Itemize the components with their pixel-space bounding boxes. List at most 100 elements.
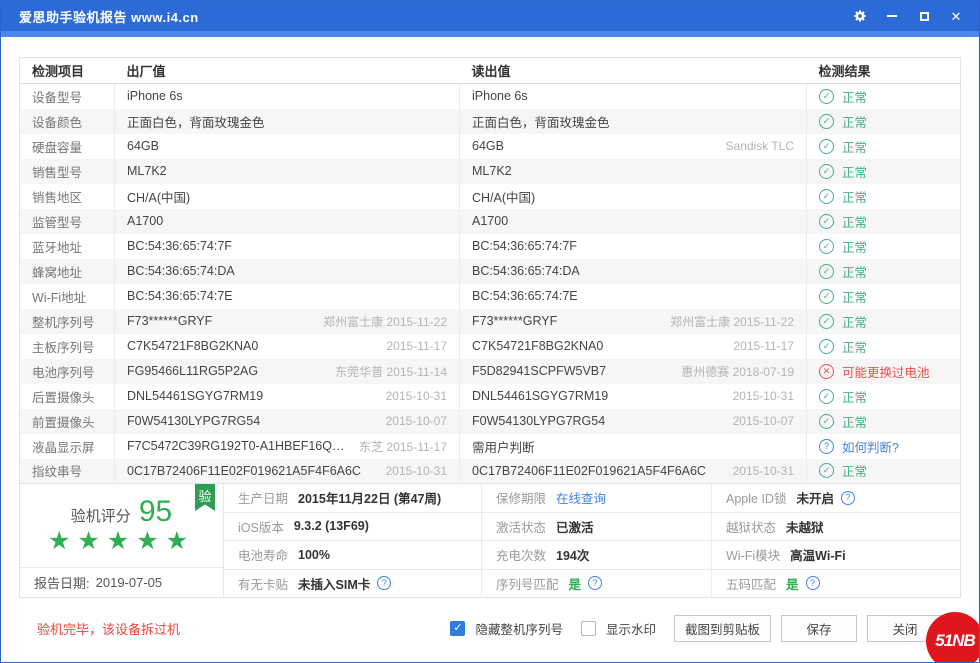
row-factory-note: 2015-10-07	[386, 414, 447, 428]
row-factory-value: CH/A(中国)	[127, 187, 190, 206]
table-header-row: 检测项目 出厂值 读出值 检测结果	[20, 58, 961, 84]
info-cell: Wi-Fi模块高温Wi-Fi	[712, 541, 960, 569]
result-text: 正常	[842, 312, 867, 331]
info-cell: 生产日期2015年11月22日 (第47周)	[224, 484, 482, 512]
row-read-value: BC:54:36:65:74:7E	[472, 289, 578, 303]
table-row: 后置摄像头DNL54461SGYG7RM192015-10-31DNL54461…	[20, 384, 961, 409]
row-read-value: CH/A(中国)	[472, 187, 535, 206]
check-circle-icon: ✓	[819, 339, 834, 354]
row-read-value: DNL54461SGYG7RM19	[472, 389, 608, 403]
row-read-value: 需用户判断	[472, 437, 535, 456]
row-read-cell: 0C17B72406F11E02F019621A5F4F6A6C2015-10-…	[460, 459, 807, 484]
col-header-factory: 出厂值	[115, 58, 460, 84]
row-read-cell: 64GBSandisk TLC	[460, 134, 807, 159]
row-read-note: 2015-10-31	[733, 464, 794, 478]
info-label: 电池寿命	[238, 545, 288, 564]
row-factory-value: BC:54:36:65:74:7F	[127, 239, 232, 253]
row-factory-value: F7C5472C39RG192T0-A1HBEF16QDP1...	[127, 439, 351, 453]
info-cell: 电池寿命100%	[224, 541, 482, 569]
row-item-label: 前置摄像头	[20, 409, 115, 434]
info-value: 未开启	[796, 488, 834, 507]
result-text: 正常	[842, 287, 867, 306]
row-read-cell: BC:54:36:65:74:7E	[460, 284, 807, 309]
maximize-button[interactable]	[911, 5, 937, 27]
row-read-value: iPhone 6s	[472, 89, 528, 103]
result-text: 正常	[842, 237, 867, 256]
table-row: 监管型号A1700A1700✓正常	[20, 209, 961, 234]
result-text: 可能更换过电池	[842, 362, 930, 381]
row-read-note: Sandisk TLC	[726, 139, 794, 153]
row-factory-note: 2015-10-31	[386, 464, 447, 478]
check-circle-icon: ✓	[819, 264, 834, 279]
info-cell: iOS版本9.3.2 (13F69)	[224, 513, 482, 541]
info-row: 电池寿命100%充电次数194次Wi-Fi模块高温Wi-Fi	[224, 541, 960, 570]
row-read-cell: ML7K2	[460, 159, 807, 184]
row-factory-cell: BC:54:36:65:74:DA	[115, 259, 460, 284]
row-factory-cell: DNL54461SGYG7RM192015-10-31	[115, 384, 460, 409]
row-factory-value: ML7K2	[127, 164, 167, 178]
info-row: iOS版本9.3.2 (13F69)激活状态已激活越狱状态未越狱	[224, 513, 960, 542]
row-read-note: 2015-10-07	[733, 414, 794, 428]
result-text: 正常	[842, 337, 867, 356]
row-result-cell: ✓正常	[807, 134, 961, 159]
row-read-cell: A1700	[460, 209, 807, 234]
result-text: 正常	[842, 262, 867, 281]
info-cell: 保修期限在线查询	[482, 484, 712, 512]
help-circle-icon[interactable]: ?	[841, 491, 855, 505]
row-item-label: 主板序列号	[20, 334, 115, 359]
info-cell: 序列号匹配是?	[482, 570, 712, 598]
table-row: 硬盘容量64GB64GBSandisk TLC✓正常	[20, 134, 961, 159]
row-result-cell: ✓正常	[807, 84, 961, 109]
row-factory-note: 郑州富士康 2015-11-22	[323, 313, 447, 330]
table-row: 蜂窝地址BC:54:36:65:74:DABC:54:36:65:74:DA✓正…	[20, 259, 961, 284]
info-value: 未插入SIM卡	[298, 574, 370, 593]
row-result-cell: ✓ 正常	[807, 234, 961, 259]
info-label: 激活状态	[496, 517, 546, 536]
screenshot-to-clipboard-button[interactable]: 截图到剪贴板	[674, 615, 771, 642]
info-row: 有无卡贴未插入SIM卡?序列号匹配是?五码匹配是?	[224, 570, 960, 598]
help-circle-icon[interactable]: ?	[806, 576, 820, 590]
row-factory-value: A1700	[127, 214, 163, 228]
hide-serial-checkbox[interactable]: ✓	[450, 621, 465, 636]
score-label: 验机评分	[71, 505, 131, 526]
question-circle-icon[interactable]: ?	[819, 439, 834, 454]
close-button[interactable]: ✕	[943, 5, 969, 27]
minimize-button[interactable]	[879, 5, 905, 27]
info-label: Apple ID锁	[726, 488, 786, 507]
verification-warning-text: 验机完毕，该设备拆过机	[37, 619, 180, 638]
result-text: 正常	[842, 112, 867, 131]
table-row: 整机序列号F73******GRYF郑州富士康 2015-11-22F73***…	[20, 309, 961, 334]
row-read-note: 2015-11-17	[734, 339, 795, 353]
online-query-link[interactable]: 在线查询	[556, 488, 606, 507]
row-item-label: 指纹串号	[20, 459, 115, 484]
row-factory-cell: ML7K2	[115, 159, 460, 184]
row-factory-value: BC:54:36:65:74:7E	[127, 289, 233, 303]
show-watermark-checkbox[interactable]	[581, 621, 596, 636]
row-read-value: 正面白色，背面玫瑰金色	[472, 112, 610, 131]
row-result-cell: ✓正常	[807, 459, 961, 484]
col-header-item: 检测项目	[20, 58, 115, 84]
window-controls: ✕	[847, 5, 969, 27]
row-item-label: 设备型号	[20, 84, 115, 109]
row-factory-note: 2015-11-17	[387, 339, 448, 353]
row-item-label: 电池序列号	[20, 359, 115, 384]
table-row: 销售地区CH/A(中国)CH/A(中国)✓正常	[20, 184, 961, 209]
settings-gear-icon[interactable]	[847, 5, 873, 27]
maximize-icon	[920, 12, 929, 21]
help-circle-icon[interactable]: ?	[377, 576, 391, 590]
row-factory-cell: FG95466L11RG5P2AG东莞华普 2015-11-14	[115, 359, 460, 384]
row-read-cell: BC:54:36:65:74:7F	[460, 234, 807, 259]
row-factory-cell: iPhone 6s	[115, 84, 460, 109]
row-result-cell: ✓正常	[807, 384, 961, 409]
result-text: 正常	[842, 187, 867, 206]
check-circle-icon: ✓	[819, 164, 834, 179]
save-button[interactable]: 保存	[781, 615, 857, 642]
row-result-cell: ✓正常	[807, 284, 961, 309]
row-factory-value: DNL54461SGYG7RM19	[127, 389, 263, 403]
how-to-judge-link[interactable]: 如何判断?	[842, 437, 899, 456]
help-circle-icon[interactable]: ?	[588, 576, 602, 590]
row-factory-cell: C7K54721F8BG2KNA02015-11-17	[115, 334, 460, 359]
table-row: 销售型号ML7K2ML7K2✓正常	[20, 159, 961, 184]
table-row: 设备型号iPhone 6siPhone 6s✓正常	[20, 84, 961, 109]
check-circle-icon: ✓	[819, 239, 834, 254]
